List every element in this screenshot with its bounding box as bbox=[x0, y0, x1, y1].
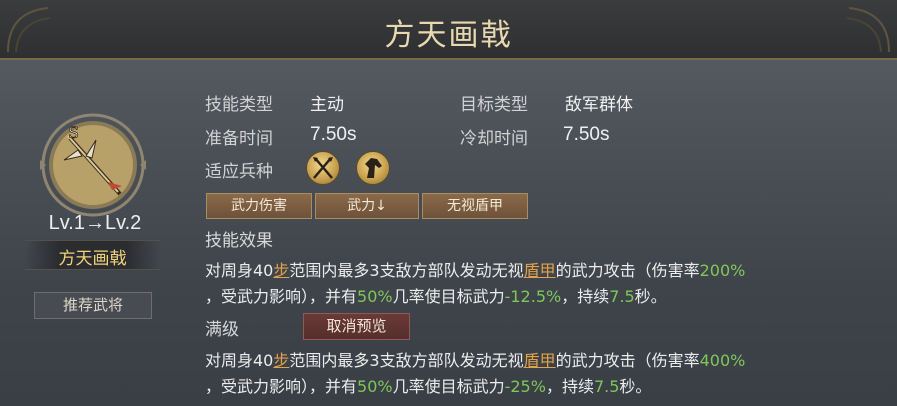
crossed-halberds-icon bbox=[306, 151, 340, 185]
svg-text:S: S bbox=[68, 123, 79, 142]
page-title: 方天画戟 bbox=[384, 18, 513, 53]
max-level-label: 满级 bbox=[205, 320, 239, 340]
prep-time-label: 准备时间 bbox=[205, 129, 273, 149]
skill-level: Lv.1→Lv.2 bbox=[48, 212, 142, 234]
target-type-value: 敌军群体 bbox=[565, 95, 633, 115]
title-bar: 方天画戟 bbox=[0, 0, 897, 60]
target-type-label: 目标类型 bbox=[460, 95, 528, 115]
skill-name: 方天画戟 bbox=[58, 249, 127, 269]
tag-ignore-armor: 无视盾甲 bbox=[422, 193, 528, 219]
effect-section-label: 技能效果 bbox=[205, 231, 273, 251]
skill-detail-panel: 方天画戟 S Lv.1→Lv.2 方天画戟 推荐武将 技能类型 主动 目标类型 … bbox=[0, 0, 897, 406]
cooldown-value: 7.50s bbox=[563, 124, 610, 145]
skill-emblem-icon: S bbox=[40, 113, 146, 217]
prep-time-value: 7.50s bbox=[310, 124, 357, 145]
tag-force-down: 武力↓ bbox=[315, 193, 419, 219]
tag-force-damage: 武力伤害 bbox=[206, 193, 312, 219]
horse-head-icon bbox=[356, 151, 390, 185]
unit-type-label: 适应兵种 bbox=[205, 162, 273, 182]
cooldown-label: 冷却时间 bbox=[460, 129, 528, 149]
cancel-preview-button[interactable]: 取消预览 bbox=[303, 313, 410, 340]
skill-name-plate: 方天画戟 bbox=[25, 240, 160, 270]
skill-type-label: 技能类型 bbox=[205, 95, 273, 115]
effect-description: 对周身40步范围内最多3支敌方部队发动无视盾甲的武力攻击（伤害率200% ，受武力… bbox=[205, 261, 746, 306]
corner-ornament-icon bbox=[846, 7, 890, 53]
recommend-general-button[interactable]: 推荐武将 bbox=[34, 292, 152, 319]
max-level-description: 对周身40步范围内最多3支敌方部队发动无视盾甲的武力攻击（伤害率400% ，受武力… bbox=[205, 351, 746, 396]
skill-type-value: 主动 bbox=[310, 95, 344, 115]
